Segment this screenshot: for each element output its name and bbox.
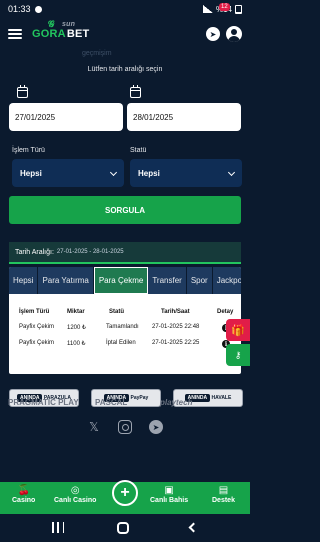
row-amount: 1200 ₺ bbox=[67, 325, 86, 331]
chat-icon: ▤ bbox=[218, 485, 229, 496]
add-button[interactable]: + bbox=[112, 480, 138, 506]
column-header: Statü bbox=[109, 309, 124, 315]
partner-pascal: PASCAL bbox=[95, 398, 128, 407]
tab-withdrawal[interactable]: Para Çekme bbox=[93, 267, 149, 294]
plus-icon: + bbox=[120, 484, 130, 501]
date-range-bar: Tarih Aralığı: 27-01-2025 - 28-01-2025 bbox=[9, 242, 241, 264]
cherries-icon: 🍒 bbox=[17, 485, 30, 496]
type-select-value: Hepsi bbox=[20, 168, 42, 178]
status-select-value: Hepsi bbox=[138, 168, 160, 178]
system-nav bbox=[0, 514, 250, 542]
partner-pragmatic: PRAGMATIC PLAY bbox=[8, 398, 79, 407]
tv-icon: ▣ bbox=[164, 485, 174, 496]
status-label: Statü bbox=[130, 147, 147, 154]
logo-sub: sun bbox=[62, 21, 76, 28]
partner-playtech: playtech bbox=[160, 398, 193, 407]
query-button[interactable]: SORGULA bbox=[9, 196, 241, 224]
gift-icon[interactable]: 🎁 bbox=[226, 319, 250, 341]
row-status: İptal Edilen bbox=[106, 340, 136, 346]
status-bar: 01:33 %14 bbox=[0, 0, 250, 18]
range-label: Tarih Aralığı: bbox=[15, 248, 54, 256]
profile-avatar[interactable] bbox=[226, 26, 242, 42]
row-status: Tamamlandı bbox=[106, 324, 139, 330]
chevron-down-icon bbox=[109, 168, 118, 177]
tab-deposit[interactable]: Para Yatırma bbox=[38, 267, 94, 294]
row-datetime: 27-01-2025 22:48 bbox=[152, 324, 200, 330]
nav-casino[interactable]: 🍒 Casino bbox=[12, 485, 35, 504]
instagram-icon[interactable] bbox=[118, 420, 132, 434]
row-datetime: 27-01-2025 22:25 bbox=[152, 340, 200, 346]
tab-all[interactable]: Hepsi bbox=[9, 267, 39, 294]
battery-icon bbox=[235, 4, 242, 14]
tab-jackpot[interactable]: Jackpot bbox=[213, 267, 241, 294]
start-date-input[interactable]: 27/01/2025 bbox=[9, 103, 123, 131]
recents-icon[interactable] bbox=[52, 522, 64, 533]
x-icon[interactable]: 𝕏 bbox=[87, 420, 101, 434]
column-header: Tarih/Saat bbox=[161, 309, 190, 315]
status-select[interactable]: Hepsi bbox=[130, 159, 242, 187]
type-label: İşlem Türü bbox=[12, 147, 45, 154]
logo[interactable]: 𝓖 sun GORA BET bbox=[32, 19, 90, 40]
page-title-ghost: geçmişim bbox=[82, 50, 112, 57]
column-header: Detay bbox=[217, 309, 234, 315]
table-header: İşlem Türü Miktar Statü Tarih/Saat Detay bbox=[9, 307, 241, 319]
table-row: Payfix Çekim 1200 ₺ Tamamlandı 27-01-202… bbox=[9, 322, 241, 336]
notification-badge: 12 bbox=[219, 3, 230, 11]
nav-label: Canlı Casino bbox=[54, 497, 97, 504]
range-value: 27-01-2025 - 28-01-2025 bbox=[56, 249, 124, 255]
tab-sports[interactable]: Spor bbox=[187, 267, 213, 294]
chip-icon: ◎ bbox=[70, 485, 80, 496]
home-icon[interactable] bbox=[117, 522, 129, 534]
status-time: 01:33 bbox=[8, 4, 31, 14]
social-links: 𝕏 ➤ bbox=[0, 420, 250, 436]
nav-support[interactable]: ▤ Destek bbox=[212, 485, 235, 504]
notification-dot-icon bbox=[34, 5, 42, 13]
tab-transfer[interactable]: Transfer bbox=[148, 267, 187, 294]
telegram-button[interactable]: ➤ bbox=[206, 27, 220, 41]
telegram-icon[interactable]: ➤ bbox=[149, 420, 163, 434]
menu-icon[interactable] bbox=[8, 29, 22, 39]
nav-label: Casino bbox=[12, 497, 36, 504]
row-type: Payfix Çekim bbox=[19, 340, 55, 346]
date-prompt: Lütfen tarih aralığı seçin bbox=[87, 66, 163, 73]
key-icon[interactable]: ⚷ bbox=[226, 344, 250, 366]
logo-swirl-icon: 𝓖 bbox=[48, 19, 55, 29]
nav-label: Canlı Bahis bbox=[150, 497, 189, 504]
column-header: Miktar bbox=[67, 309, 85, 315]
column-header: İşlem Türü bbox=[19, 309, 50, 315]
nav-live-betting[interactable]: ▣ Canlı Bahis bbox=[150, 485, 188, 504]
partner-logos: PRAGMATIC PLAY PASCAL playtech bbox=[0, 395, 250, 413]
nav-label: Destek bbox=[212, 497, 235, 504]
logo-accent: BET bbox=[66, 28, 90, 40]
telegram-icon: ➤ bbox=[209, 29, 217, 39]
end-date-input[interactable]: 28/01/2025 bbox=[127, 103, 241, 131]
app-header: 𝓖 sun GORA BET ➤ geçmişim bbox=[0, 18, 250, 57]
nav-live-casino[interactable]: ◎ Canlı Casino bbox=[54, 485, 96, 504]
signal-icon bbox=[202, 5, 213, 13]
chevron-down-icon bbox=[227, 168, 236, 177]
row-type: Payfix Çekim bbox=[19, 324, 55, 330]
type-select[interactable]: Hepsi bbox=[12, 159, 124, 187]
table-row: Payfix Çekim 1100 ₺ İptal Edilen 27-01-2… bbox=[9, 338, 241, 352]
transactions-panel: Hepsi Para Yatırma Para Çekme Transfer S… bbox=[9, 267, 241, 374]
transaction-tabs: Hepsi Para Yatırma Para Çekme Transfer S… bbox=[9, 267, 241, 294]
calendar-icon[interactable] bbox=[130, 85, 141, 98]
row-amount: 1100 ₺ bbox=[67, 341, 86, 347]
back-icon[interactable] bbox=[188, 522, 199, 533]
calendar-icon[interactable] bbox=[17, 85, 28, 98]
